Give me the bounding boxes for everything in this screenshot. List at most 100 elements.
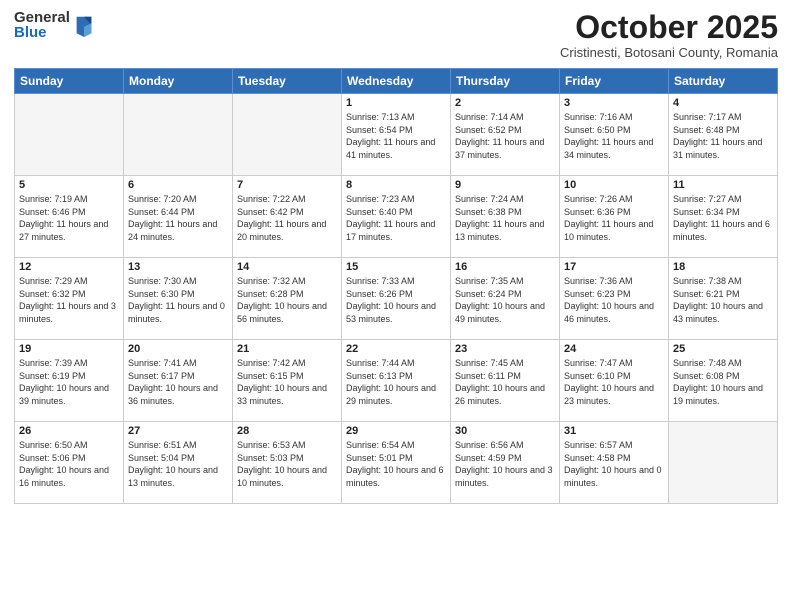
day-info: Sunrise: 7:27 AMSunset: 6:34 PMDaylight:… [673, 193, 773, 243]
day-number: 26 [19, 425, 119, 437]
col-header-friday: Friday [560, 69, 669, 94]
calendar-cell: 20 Sunrise: 7:41 AMSunset: 6:17 PMDayligh… [124, 340, 233, 422]
day-number: 19 [19, 343, 119, 355]
day-number: 14 [237, 261, 337, 273]
col-header-monday: Monday [124, 69, 233, 94]
title-block: October 2025 Cristinesti, Botosani Count… [560, 10, 778, 60]
calendar-cell: 2 Sunrise: 7:14 AMSunset: 6:52 PMDaylight… [451, 94, 560, 176]
day-number: 27 [128, 425, 228, 437]
header: General Blue October 2025 Cristinesti, B… [14, 10, 778, 60]
day-number: 15 [346, 261, 446, 273]
day-number: 9 [455, 179, 555, 191]
day-info: Sunrise: 7:41 AMSunset: 6:17 PMDaylight:… [128, 357, 228, 407]
day-number: 21 [237, 343, 337, 355]
day-number: 3 [564, 97, 664, 109]
location: Cristinesti, Botosani County, Romania [560, 45, 778, 60]
day-info: Sunrise: 7:22 AMSunset: 6:42 PMDaylight:… [237, 193, 337, 243]
logo-blue: Blue [14, 25, 70, 40]
day-number: 17 [564, 261, 664, 273]
day-info: Sunrise: 6:57 AMSunset: 4:58 PMDaylight:… [564, 439, 664, 489]
calendar-cell: 31 Sunrise: 6:57 AMSunset: 4:58 PMDayligh… [560, 422, 669, 504]
calendar-cell: 8 Sunrise: 7:23 AMSunset: 6:40 PMDaylight… [342, 176, 451, 258]
day-info: Sunrise: 7:14 AMSunset: 6:52 PMDaylight:… [455, 111, 555, 161]
day-number: 31 [564, 425, 664, 437]
day-info: Sunrise: 7:17 AMSunset: 6:48 PMDaylight:… [673, 111, 773, 161]
day-number: 22 [346, 343, 446, 355]
calendar-header-row: SundayMondayTuesdayWednesdayThursdayFrid… [15, 69, 778, 94]
day-info: Sunrise: 7:24 AMSunset: 6:38 PMDaylight:… [455, 193, 555, 243]
calendar-week-1: 5Sunrise: 7:19 AMSunset: 6:46 PMDaylight… [15, 176, 778, 258]
calendar-cell: 6Sunrise: 7:20 AMSunset: 6:44 PMDaylight… [124, 176, 233, 258]
day-info: Sunrise: 7:36 AMSunset: 6:23 PMDaylight:… [564, 275, 664, 325]
month-title: October 2025 [560, 10, 778, 45]
day-info: Sunrise: 7:30 AMSunset: 6:30 PMDaylight:… [128, 275, 228, 325]
calendar-table: SundayMondayTuesdayWednesdayThursdayFrid… [14, 68, 778, 504]
calendar-week-0: 1 Sunrise: 7:13 AMSunset: 6:54 PMDaylight… [15, 94, 778, 176]
col-header-saturday: Saturday [669, 69, 778, 94]
day-info: Sunrise: 7:42 AMSunset: 6:15 PMDaylight:… [237, 357, 337, 407]
day-info: Sunrise: 6:54 AMSunset: 5:01 PMDaylight:… [346, 439, 446, 489]
calendar-cell: 11Sunrise: 7:27 AMSunset: 6:34 PMDayligh… [669, 176, 778, 258]
day-number: 24 [564, 343, 664, 355]
calendar-cell: 23Sunrise: 7:45 AMSunset: 6:11 PMDayligh… [451, 340, 560, 422]
calendar-cell: 12 Sunrise: 7:29 AMSunset: 6:32 PMDayligh… [15, 258, 124, 340]
day-info: Sunrise: 6:53 AMSunset: 5:03 PMDaylight:… [237, 439, 337, 489]
day-info: Sunrise: 7:19 AMSunset: 6:46 PMDaylight:… [19, 193, 119, 243]
day-number: 7 [237, 179, 337, 191]
calendar-cell: 15Sunrise: 7:33 AMSunset: 6:26 PMDayligh… [342, 258, 451, 340]
day-info: Sunrise: 7:23 AMSunset: 6:40 PMDaylight:… [346, 193, 446, 243]
day-info: Sunrise: 7:29 AMSunset: 6:32 PMDaylight:… [19, 275, 119, 325]
calendar-cell: 22Sunrise: 7:44 AMSunset: 6:13 PMDayligh… [342, 340, 451, 422]
day-info: Sunrise: 7:39 AMSunset: 6:19 PMDaylight:… [19, 357, 119, 407]
calendar-cell: 21 Sunrise: 7:42 AMSunset: 6:15 PMDayligh… [233, 340, 342, 422]
day-number: 25 [673, 343, 773, 355]
day-info: Sunrise: 7:45 AMSunset: 6:11 PMDaylight:… [455, 357, 555, 407]
logo: General Blue [14, 10, 94, 40]
day-info: Sunrise: 6:51 AMSunset: 5:04 PMDaylight:… [128, 439, 228, 489]
calendar-cell: 4 Sunrise: 7:17 AMSunset: 6:48 PMDaylight… [669, 94, 778, 176]
logo-icon [74, 13, 94, 37]
day-number: 8 [346, 179, 446, 191]
calendar-week-4: 26 Sunrise: 6:50 AMSunset: 5:06 PMDayligh… [15, 422, 778, 504]
day-number: 16 [455, 261, 555, 273]
day-number: 30 [455, 425, 555, 437]
day-info: Sunrise: 7:38 AMSunset: 6:21 PMDaylight:… [673, 275, 773, 325]
day-number: 10 [564, 179, 664, 191]
day-number: 2 [455, 97, 555, 109]
col-header-thursday: Thursday [451, 69, 560, 94]
day-info: Sunrise: 7:48 AMSunset: 6:08 PMDaylight:… [673, 357, 773, 407]
calendar-cell [124, 94, 233, 176]
calendar-cell [233, 94, 342, 176]
calendar-cell [15, 94, 124, 176]
day-number: 13 [128, 261, 228, 273]
col-header-wednesday: Wednesday [342, 69, 451, 94]
day-number: 12 [19, 261, 119, 273]
calendar-cell: 30 Sunrise: 6:56 AMSunset: 4:59 PMDayligh… [451, 422, 560, 504]
day-number: 6 [128, 179, 228, 191]
col-header-tuesday: Tuesday [233, 69, 342, 94]
day-number: 20 [128, 343, 228, 355]
col-header-sunday: Sunday [15, 69, 124, 94]
day-info: Sunrise: 6:50 AMSunset: 5:06 PMDaylight:… [19, 439, 119, 489]
day-number: 1 [346, 97, 446, 109]
calendar-cell: 7 Sunrise: 7:22 AMSunset: 6:42 PMDaylight… [233, 176, 342, 258]
calendar-cell: 3 Sunrise: 7:16 AMSunset: 6:50 PMDaylight… [560, 94, 669, 176]
day-info: Sunrise: 7:16 AMSunset: 6:50 PMDaylight:… [564, 111, 664, 161]
day-info: Sunrise: 7:35 AMSunset: 6:24 PMDaylight:… [455, 275, 555, 325]
calendar-cell: 29 Sunrise: 6:54 AMSunset: 5:01 PMDayligh… [342, 422, 451, 504]
day-number: 4 [673, 97, 773, 109]
calendar-cell: 27 Sunrise: 6:51 AMSunset: 5:04 PMDayligh… [124, 422, 233, 504]
calendar-cell: 9 Sunrise: 7:24 AMSunset: 6:38 PMDaylight… [451, 176, 560, 258]
calendar-cell: 28Sunrise: 6:53 AMSunset: 5:03 PMDayligh… [233, 422, 342, 504]
calendar-cell: 18 Sunrise: 7:38 AMSunset: 6:21 PMDayligh… [669, 258, 778, 340]
day-number: 18 [673, 261, 773, 273]
day-info: Sunrise: 7:13 AMSunset: 6:54 PMDaylight:… [346, 111, 446, 161]
logo-general: General [14, 10, 70, 25]
calendar-cell: 14Sunrise: 7:32 AMSunset: 6:28 PMDayligh… [233, 258, 342, 340]
calendar-cell: 10Sunrise: 7:26 AMSunset: 6:36 PMDayligh… [560, 176, 669, 258]
calendar-week-2: 12 Sunrise: 7:29 AMSunset: 6:32 PMDayligh… [15, 258, 778, 340]
calendar-cell: 24Sunrise: 7:47 AMSunset: 6:10 PMDayligh… [560, 340, 669, 422]
day-number: 29 [346, 425, 446, 437]
day-info: Sunrise: 6:56 AMSunset: 4:59 PMDaylight:… [455, 439, 555, 489]
calendar-cell: 13 Sunrise: 7:30 AMSunset: 6:30 PMDayligh… [124, 258, 233, 340]
